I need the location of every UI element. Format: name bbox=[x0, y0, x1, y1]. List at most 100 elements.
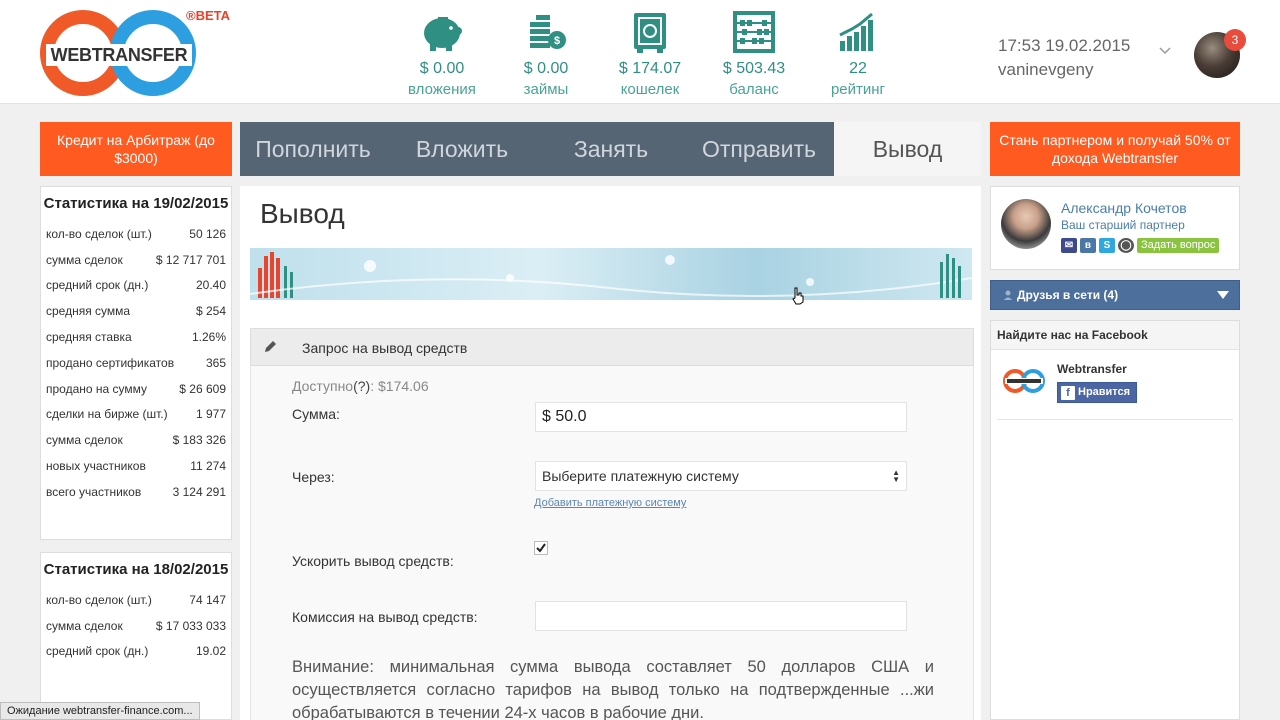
stat-rating[interactable]: 22 рейтинг bbox=[806, 8, 910, 98]
svg-text:$: $ bbox=[554, 35, 560, 47]
amount-input[interactable]: $ 50.0 bbox=[535, 402, 907, 432]
header: WEBTRANSFER ®BETA $ 0.00 вложения $ $ 0.… bbox=[0, 0, 1280, 104]
tab-invest[interactable]: Вложить bbox=[386, 122, 538, 176]
abacus-icon bbox=[702, 8, 806, 56]
main-content: Вывод Запрос на вывод средств Доступно(?… bbox=[240, 186, 981, 720]
friends-online-bar[interactable]: Друзья в сети (4) bbox=[990, 280, 1240, 310]
speedup-checkbox[interactable] bbox=[534, 541, 548, 555]
beta-badge: ®BETA bbox=[186, 8, 231, 23]
stat-value: $ 0.00 bbox=[419, 60, 465, 77]
stat-row-label: средняя ставка bbox=[46, 330, 132, 345]
senior-partner-card: Александр Кочетов Ваш старший партнер ✉ … bbox=[990, 186, 1240, 270]
withdraw-notice: Внимание: минимальная сумма вывода соста… bbox=[292, 658, 934, 720]
stat-row-value: $ 12 717 701 bbox=[155, 252, 226, 267]
stat-row-label: продано на сумму bbox=[46, 381, 148, 396]
stat-row-label: сумма сделок bbox=[46, 618, 123, 633]
help-hint[interactable]: (?) bbox=[353, 378, 370, 394]
webtransfer-logo[interactable]: WEBTRANSFER bbox=[40, 10, 196, 96]
stat-row: сумма сделок $ 17 033 033 bbox=[41, 613, 231, 639]
coins-icon: $ bbox=[494, 8, 598, 56]
stat-investments[interactable]: $ 0.00 вложения bbox=[390, 8, 494, 98]
stat-row: кол-во сделок (шт.) 50 126 bbox=[41, 221, 231, 247]
notification-badge[interactable]: 3 bbox=[1224, 29, 1246, 51]
partner-contacts: ✉ в S ◯ Задать вопрос bbox=[1061, 238, 1220, 253]
email-icon[interactable]: ✉ bbox=[1061, 238, 1077, 253]
stat-row-value: 3 124 291 bbox=[172, 484, 226, 499]
stat-label: займы bbox=[523, 81, 569, 98]
stat-row-value: 1 977 bbox=[195, 407, 226, 422]
stat-value: 22 bbox=[849, 60, 867, 77]
stat-row-value: $ 26 609 bbox=[179, 381, 226, 396]
stat-row-value: 1.26% bbox=[191, 330, 226, 345]
tab-withdraw[interactable]: Вывод bbox=[834, 122, 981, 176]
stat-row: средний срок (дн.) 19.02 bbox=[41, 639, 231, 665]
tab-deposit[interactable]: Пополнить bbox=[240, 122, 386, 176]
become-partner-button[interactable]: Стань партнером и получай 50% от дохода … bbox=[990, 122, 1240, 176]
payment-system-select[interactable]: Выберите платежную систему ▲ ▼ bbox=[535, 461, 907, 491]
stat-row: сделки на бирже (шт.) 1 977 bbox=[41, 402, 231, 428]
arbitrage-credit-button[interactable]: Кредит на Арбитраж (до $3000) bbox=[40, 122, 232, 176]
facebook-widget: Найдите нас на Facebook Webtransfer f Нр… bbox=[990, 320, 1240, 720]
stats-title: Статистика на 19/02/2015 bbox=[43, 195, 229, 212]
stat-row-label: средняя сумма bbox=[46, 304, 131, 319]
stat-label: кошелек bbox=[620, 81, 680, 98]
odnoklassniki-icon[interactable]: ◯ bbox=[1118, 238, 1134, 253]
stat-row-value: 74 147 bbox=[189, 592, 226, 607]
stat-loans[interactable]: $ $ 0.00 займы bbox=[494, 8, 598, 98]
stat-row-label: средний срок (дн.) bbox=[46, 644, 149, 659]
logo-text: WEBTRANSFER bbox=[46, 44, 192, 66]
ask-question-button[interactable]: Задать вопрос bbox=[1137, 238, 1220, 253]
stats-title: Статистика на 18/02/2015 bbox=[43, 561, 229, 578]
payment-system-label: Через: bbox=[292, 469, 335, 485]
available-label: Доступно bbox=[292, 378, 354, 394]
tab-send[interactable]: Отправить bbox=[684, 122, 834, 176]
header-stats: $ 0.00 вложения $ $ 0.00 займы $ 174.07 … bbox=[390, 8, 910, 98]
stat-wallet[interactable]: $ 174.07 кошелек bbox=[598, 8, 702, 98]
stat-row-label: новых участников bbox=[46, 459, 146, 474]
stat-label: баланс bbox=[729, 81, 779, 98]
piggy-bank-icon bbox=[390, 8, 494, 56]
friends-online-label: Друзья в сети (4) bbox=[1017, 288, 1119, 302]
stat-label: рейтинг bbox=[830, 81, 886, 98]
stat-row-value: 50 126 bbox=[189, 226, 226, 241]
chevron-down-icon[interactable] bbox=[1158, 44, 1172, 58]
facebook-icon: f bbox=[1061, 385, 1075, 400]
caret-down-icon bbox=[1217, 291, 1229, 299]
facebook-page-name[interactable]: Webtransfer bbox=[1057, 362, 1127, 376]
partner-name[interactable]: Александр Кочетов bbox=[1061, 200, 1187, 216]
stats-box-yesterday: Статистика на 18/02/2015 кол-во сделок (… bbox=[40, 552, 232, 720]
partner-avatar[interactable] bbox=[1001, 199, 1051, 249]
operation-tabs: Пополнить Вложить Занять Отправить Вывод bbox=[240, 122, 981, 176]
available-balance: Доступно(?): $174.06 bbox=[292, 378, 429, 394]
stat-row-label: средний срок (дн.) bbox=[46, 278, 149, 293]
stat-row-value: $ 254 bbox=[195, 304, 226, 319]
stat-row-label: сумма сделок bbox=[46, 252, 123, 267]
stat-balance[interactable]: $ 503.43 баланс bbox=[702, 8, 806, 98]
skype-icon[interactable]: S bbox=[1099, 238, 1115, 253]
safe-icon bbox=[598, 8, 702, 56]
stat-row-value: $ 183 326 bbox=[172, 433, 226, 448]
stat-value: $ 174.07 bbox=[618, 60, 682, 77]
commission-input[interactable] bbox=[535, 601, 907, 631]
username: vaninevgeny bbox=[998, 60, 1094, 79]
webtransfer-mini-logo[interactable] bbox=[1001, 365, 1047, 401]
stat-row-label: всего участников bbox=[46, 484, 142, 499]
form-title: Запрос на вывод средств bbox=[302, 340, 468, 356]
tab-borrow[interactable]: Занять bbox=[538, 122, 684, 176]
payment-system-value: Выберите платежную систему bbox=[542, 468, 739, 484]
vk-icon[interactable]: в bbox=[1080, 238, 1096, 253]
select-arrows-icon: ▲ ▼ bbox=[892, 468, 900, 484]
stat-row-label: сделки на бирже (шт.) bbox=[46, 407, 168, 422]
add-payment-system-link[interactable]: Добавить платежную систему bbox=[534, 497, 686, 509]
stat-label: вложения bbox=[408, 81, 476, 98]
speedup-label: Ускорить вывод средств: bbox=[292, 553, 454, 569]
pencil-icon bbox=[265, 341, 276, 352]
facebook-like-button[interactable]: f Нравится bbox=[1057, 382, 1138, 403]
stat-row: всего участников 3 124 291 bbox=[41, 479, 231, 505]
stat-row-value: 11 274 bbox=[190, 459, 226, 474]
stat-row: продано на сумму $ 26 609 bbox=[41, 376, 231, 402]
stat-row: средняя сумма $ 254 bbox=[41, 298, 231, 324]
facebook-widget-header: Найдите нас на Facebook bbox=[991, 321, 1239, 350]
stat-row: средний срок (дн.) 20.40 bbox=[41, 273, 231, 299]
users-icon bbox=[1003, 289, 1015, 304]
